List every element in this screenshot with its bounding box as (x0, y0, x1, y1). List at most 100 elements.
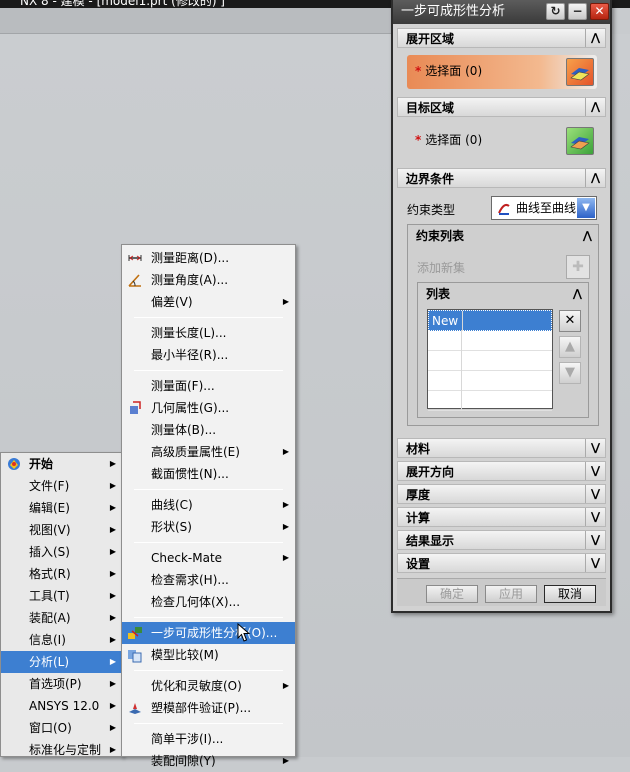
start-menu-item[interactable]: 编辑(E) ▶ (1, 497, 122, 519)
chevron-right-icon: ▶ (109, 679, 116, 688)
analysis-menu-item-label: 曲线(C) (151, 498, 193, 512)
start-menu-item[interactable]: 插入(S) ▶ (1, 541, 122, 563)
constraint-type-select[interactable]: 曲线至曲线 ▼ (491, 196, 597, 220)
ok-button[interactable]: 确定 (426, 585, 478, 603)
collapse-icon[interactable]: ⋀ (583, 225, 592, 247)
face-select-icon[interactable] (566, 127, 594, 155)
collapse-icon[interactable]: ⋀ (585, 98, 605, 116)
start-menu-item[interactable]: 分析(L) ▶ (1, 651, 122, 673)
analysis-menu-item[interactable]: 简单干涉(I)... (122, 728, 295, 750)
section-unfold-direction[interactable]: 展开方向 ⋁ (397, 461, 606, 481)
analysis-menu-item[interactable]: 测量角度(A)... (122, 269, 295, 291)
chevron-down-icon[interactable]: ▼ (577, 198, 595, 218)
expand-icon[interactable]: ⋁ (585, 462, 605, 480)
analysis-menu-item[interactable]: 检查几何体(X)... (122, 591, 295, 613)
list-row[interactable] (428, 330, 552, 351)
analysis-menu-item[interactable]: 测量长度(L)... (122, 322, 295, 344)
expand-icon[interactable]: ⋁ (585, 508, 605, 526)
section-thickness[interactable]: 厚度 ⋁ (397, 484, 606, 504)
start-menu-item[interactable]: 开始 ▶ (1, 453, 122, 475)
analysis-menu-item-label: 测量角度(A)... (151, 273, 229, 287)
list-cell (428, 390, 462, 410)
minimize-icon[interactable]: − (568, 3, 587, 20)
list-table[interactable]: New (427, 309, 553, 411)
start-menu: 开始 ▶ 文件(F) ▶ 编辑(E) ▶ 视图(V) ▶ 插入(S) ▶ 格式(R) ▶ 工具(T) ▶ 装… (0, 452, 123, 757)
list-header[interactable]: 列表 ⋀ (418, 283, 588, 305)
curve-to-curve-icon (498, 203, 510, 215)
expand-icon[interactable]: ⋁ (585, 531, 605, 549)
analysis-menu-item[interactable]: 截面惯性(N)... (122, 463, 295, 485)
analysis-menu-item[interactable]: 形状(S) ▶ (122, 516, 295, 538)
chevron-right-icon: ▶ (109, 635, 116, 644)
analysis-menu-item[interactable]: 测量体(B)... (122, 419, 295, 441)
section-material[interactable]: 材料 ⋁ (397, 438, 606, 458)
start-menu-item[interactable]: 格式(R) ▶ (1, 563, 122, 585)
start-menu-item-label: 格式(R) (29, 567, 71, 581)
menu-separator (134, 723, 283, 724)
analysis-menu-item[interactable]: 偏差(V) ▶ (122, 291, 295, 313)
list-row[interactable] (428, 350, 552, 371)
analysis-menu-item-label: 简单干涉(I)... (151, 732, 224, 746)
analysis-menu-item[interactable]: 高级质量属性(E) ▶ (122, 441, 295, 463)
section-settings[interactable]: 设置 ⋁ (397, 553, 606, 573)
list-cell (428, 370, 462, 390)
section-compute[interactable]: 计算 ⋁ (397, 507, 606, 527)
list-cell (428, 330, 462, 350)
list-row[interactable]: New (428, 310, 552, 331)
start-menu-item[interactable]: 装配(A) ▶ (1, 607, 122, 629)
analysis-menu-item[interactable]: 测量面(F)... (122, 375, 295, 397)
cancel-button[interactable]: 取消 (544, 585, 596, 603)
analysis-menu-item[interactable]: 一步可成形性分析(O)... (122, 622, 295, 644)
start-menu-item[interactable]: 视图(V) ▶ (1, 519, 122, 541)
mold-part-validation-icon (127, 700, 143, 716)
reset-icon[interactable]: ↻ (546, 3, 565, 20)
start-menu-item[interactable]: 信息(I) ▶ (1, 629, 122, 651)
section-target-region[interactable]: 目标区域 ⋀ (397, 97, 606, 117)
add-new-set-icon[interactable]: ✚ (566, 255, 590, 279)
collapse-icon[interactable]: ⋀ (585, 169, 605, 187)
expand-icon[interactable]: ⋁ (585, 485, 605, 503)
close-icon[interactable]: ✕ (590, 3, 609, 20)
section-unfold-region[interactable]: 展开区域 ⋀ (397, 28, 606, 48)
apply-button[interactable]: 应用 (485, 585, 537, 603)
start-menu-item[interactable]: ANSYS 12.0 ▶ (1, 695, 122, 717)
start-menu-item-label: 插入(S) (29, 545, 70, 559)
collapse-icon[interactable]: ⋀ (585, 29, 605, 47)
move-up-icon[interactable]: ▲ (559, 336, 581, 358)
analysis-menu-item[interactable]: 塑模部件验证(P)... (122, 697, 295, 719)
move-down-icon[interactable]: ▼ (559, 362, 581, 384)
list-row[interactable] (428, 370, 552, 391)
expand-icon[interactable]: ⋁ (585, 554, 605, 572)
section-result-display[interactable]: 结果显示 ⋁ (397, 530, 606, 550)
start-menu-item[interactable]: 首选项(P) ▶ (1, 673, 122, 695)
analysis-menu-item[interactable]: 优化和灵敏度(O) ▶ (122, 675, 295, 697)
analysis-menu-item[interactable]: 检查需求(H)... (122, 569, 295, 591)
start-menu-item[interactable]: 窗口(O) ▶ (1, 717, 122, 739)
analysis-menu-item[interactable]: 曲线(C) ▶ (122, 494, 295, 516)
list-row[interactable] (428, 390, 552, 411)
chevron-right-icon: ▶ (109, 503, 116, 512)
start-menu-item[interactable]: 文件(F) ▶ (1, 475, 122, 497)
delete-icon[interactable]: ✕ (559, 310, 581, 332)
start-menu-item-label: ANSYS 12.0 (29, 699, 100, 713)
unfold-select-face[interactable]: * 选择面 (0) (407, 55, 597, 89)
menu-separator (134, 670, 283, 671)
face-select-icon[interactable] (566, 58, 594, 86)
expand-icon[interactable]: ⋁ (585, 439, 605, 457)
analysis-menu-item[interactable]: 模型比较(M) (122, 644, 295, 666)
analysis-menu-item[interactable]: 装配间隙(Y) ▶ (122, 750, 295, 772)
constraint-list-header[interactable]: 约束列表 ⋀ (408, 225, 598, 247)
menu-separator (134, 370, 283, 371)
start-menu-item-label: 工具(T) (29, 589, 70, 603)
analysis-menu-item[interactable]: 最小半径(R)... (122, 344, 295, 366)
analysis-menu-item[interactable]: 测量距离(D)... (122, 247, 295, 269)
target-select-face[interactable]: * 选择面 (0) (407, 124, 597, 158)
list-cell (428, 350, 462, 370)
analysis-menu-item[interactable]: Check-Mate ▶ (122, 547, 295, 569)
section-boundary-conditions[interactable]: 边界条件 ⋀ (397, 168, 606, 188)
start-menu-item[interactable]: 标准化与定制 ▶ (1, 739, 122, 761)
chevron-right-icon: ▶ (109, 525, 116, 534)
analysis-menu-item[interactable]: 几何属性(G)... (122, 397, 295, 419)
collapse-icon[interactable]: ⋀ (573, 283, 582, 305)
start-menu-item[interactable]: 工具(T) ▶ (1, 585, 122, 607)
